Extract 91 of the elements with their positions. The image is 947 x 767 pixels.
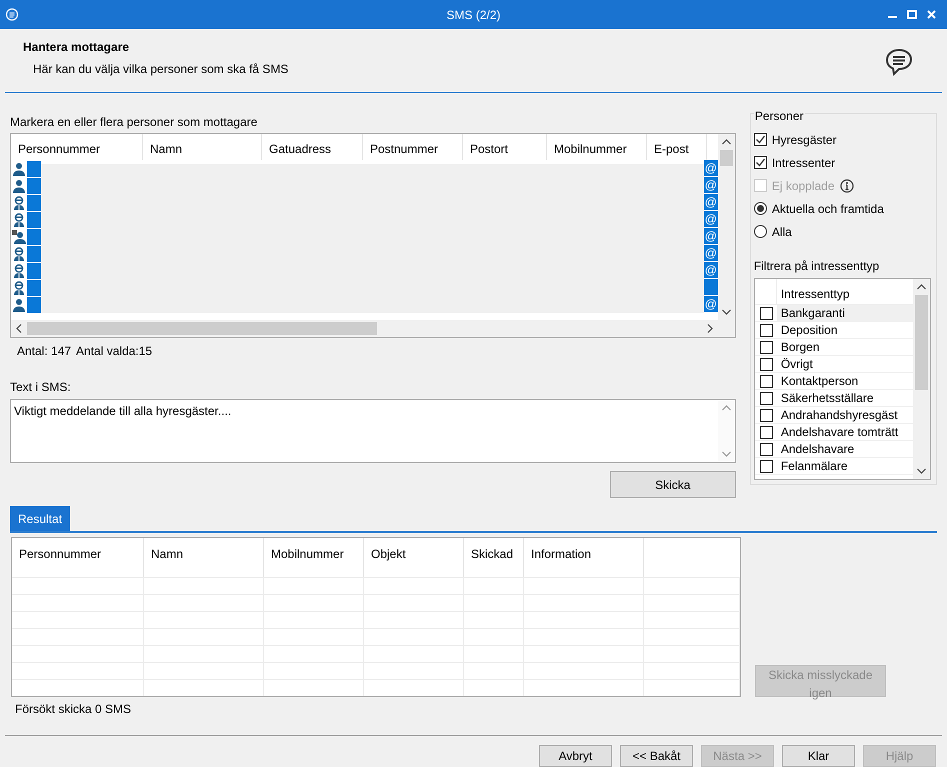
- row-highlight[interactable]: [27, 228, 41, 244]
- status-text: Försökt skicka 0 SMS: [15, 701, 132, 718]
- checkbox[interactable]: [760, 340, 773, 354]
- checkbox[interactable]: [760, 374, 773, 388]
- list-item[interactable]: Kontaktperson: [776, 373, 913, 389]
- column-header[interactable]: Namn: [144, 538, 264, 577]
- window-title: SMS (2/2): [446, 6, 500, 24]
- column-header[interactable]: Postnummer: [363, 134, 463, 160]
- option-label: Intressenter: [772, 154, 836, 172]
- radio-button[interactable]: [754, 225, 767, 238]
- option-label: Ej kopplade: [772, 178, 835, 194]
- option-label: Aktuella och framtida: [772, 200, 884, 218]
- person-with-square-icon: [12, 230, 26, 244]
- list-item[interactable]: Bankgaranti: [776, 305, 913, 321]
- list-item[interactable]: Andrahandshyresgäst: [776, 407, 913, 423]
- vertical-scrollbar-thumb[interactable]: [720, 150, 733, 166]
- list-item[interactable]: Borgen: [776, 339, 913, 355]
- option-label: Hyresgäster: [772, 132, 836, 148]
- checkbox[interactable]: [760, 392, 773, 404]
- column-header[interactable]: Personnummer: [12, 538, 144, 577]
- checkbox[interactable]: [760, 306, 773, 320]
- column-header[interactable]: Skickad: [464, 538, 524, 577]
- chat-icon: [5, 8, 19, 22]
- radio-button[interactable]: [754, 202, 767, 215]
- results-tab[interactable]: Resultat: [10, 506, 70, 531]
- list-item[interactable]: Övrigt: [776, 356, 913, 372]
- scroll-up-icon[interactable]: [917, 284, 926, 290]
- checkbox[interactable]: [760, 324, 773, 336]
- column-header[interactable]: Information: [524, 538, 644, 577]
- dialog-button[interactable]: Avbryt: [539, 745, 612, 767]
- scroll-up-icon[interactable]: [722, 139, 731, 145]
- dialog-button[interactable]: Klar: [782, 745, 855, 767]
- list-item[interactable]: Andelshavare: [776, 441, 913, 457]
- column-header[interactable]: Objekt: [364, 538, 464, 577]
- row-highlight[interactable]: [27, 296, 41, 312]
- person-icon: [12, 162, 26, 176]
- row-highlight[interactable]: @: [704, 194, 718, 210]
- row-highlight[interactable]: [27, 212, 41, 228]
- list-item[interactable]: Deposition: [776, 322, 913, 338]
- checkbox[interactable]: [760, 460, 773, 472]
- close-icon[interactable]: [927, 10, 936, 20]
- checkbox[interactable]: [754, 156, 767, 169]
- list-item[interactable]: Felanmälare: [776, 458, 913, 474]
- column-header[interactable]: Mobilnummer: [264, 538, 364, 577]
- send-button[interactable]: Skicka: [610, 471, 736, 498]
- column-header[interactable]: Postort: [463, 134, 547, 160]
- header-title: Hantera mottagare: [23, 39, 130, 56]
- checkbox[interactable]: [760, 408, 773, 422]
- row-highlight[interactable]: [27, 160, 41, 176]
- row-highlight[interactable]: @: [704, 296, 718, 312]
- row-highlight[interactable]: @: [704, 160, 718, 176]
- row-highlight[interactable]: [27, 280, 41, 296]
- maximize-icon[interactable]: [907, 10, 917, 20]
- horizontal-scrollbar-thumb[interactable]: [27, 322, 377, 335]
- row-highlight[interactable]: [27, 246, 41, 262]
- header-subtitle: Här kan du välja vilka personer som ska få SMS: [33, 61, 288, 78]
- selected-count: Antal valda:15: [76, 343, 152, 360]
- scroll-right-icon[interactable]: [706, 324, 713, 333]
- dialog-button[interactable]: << Bakåt: [620, 745, 693, 767]
- total-count: Antal: 147: [17, 343, 72, 360]
- row-highlight[interactable]: [704, 279, 718, 295]
- person-icon: [12, 178, 26, 192]
- speech-bubble-icon: [884, 47, 914, 78]
- row-highlight[interactable]: [27, 194, 41, 210]
- scroll-down-icon[interactable]: [722, 309, 731, 315]
- checkbox[interactable]: [760, 426, 773, 438]
- column-header[interactable]: Mobilnummer: [547, 134, 647, 160]
- row-highlight[interactable]: @: [704, 211, 718, 227]
- row-highlight[interactable]: @: [704, 245, 718, 261]
- column-header[interactable]: Personnummer: [11, 134, 143, 160]
- row-highlight[interactable]: @: [704, 262, 718, 278]
- column-header[interactable]: Gatuadress: [262, 134, 363, 160]
- filter-label: Filtrera på intressenttyp: [754, 258, 880, 275]
- option-label: Alla: [772, 224, 792, 240]
- recipients-label: Markera en eller flera personer som mottagare: [10, 114, 258, 131]
- scroll-left-icon[interactable]: [16, 324, 22, 333]
- sms-text-label: Text i SMS:: [10, 379, 72, 396]
- list-item[interactable]: Andelshavare tomträtt: [776, 424, 913, 440]
- list-item[interactable]: Säkerhetsställare: [776, 390, 913, 406]
- column-header[interactable]: Intressenttyp: [776, 279, 913, 304]
- person-icon: [12, 298, 26, 312]
- scroll-down-icon[interactable]: [917, 468, 926, 474]
- column-header[interactable]: Namn: [143, 134, 262, 160]
- row-highlight[interactable]: @: [704, 177, 718, 193]
- row-highlight[interactable]: [27, 262, 41, 278]
- vertical-scrollbar-thumb[interactable]: [915, 295, 928, 390]
- checkbox[interactable]: [754, 133, 767, 146]
- row-highlight[interactable]: [27, 178, 41, 194]
- checkbox[interactable]: [760, 442, 773, 456]
- checkbox[interactable]: [760, 358, 773, 370]
- row-highlight[interactable]: @: [704, 228, 718, 244]
